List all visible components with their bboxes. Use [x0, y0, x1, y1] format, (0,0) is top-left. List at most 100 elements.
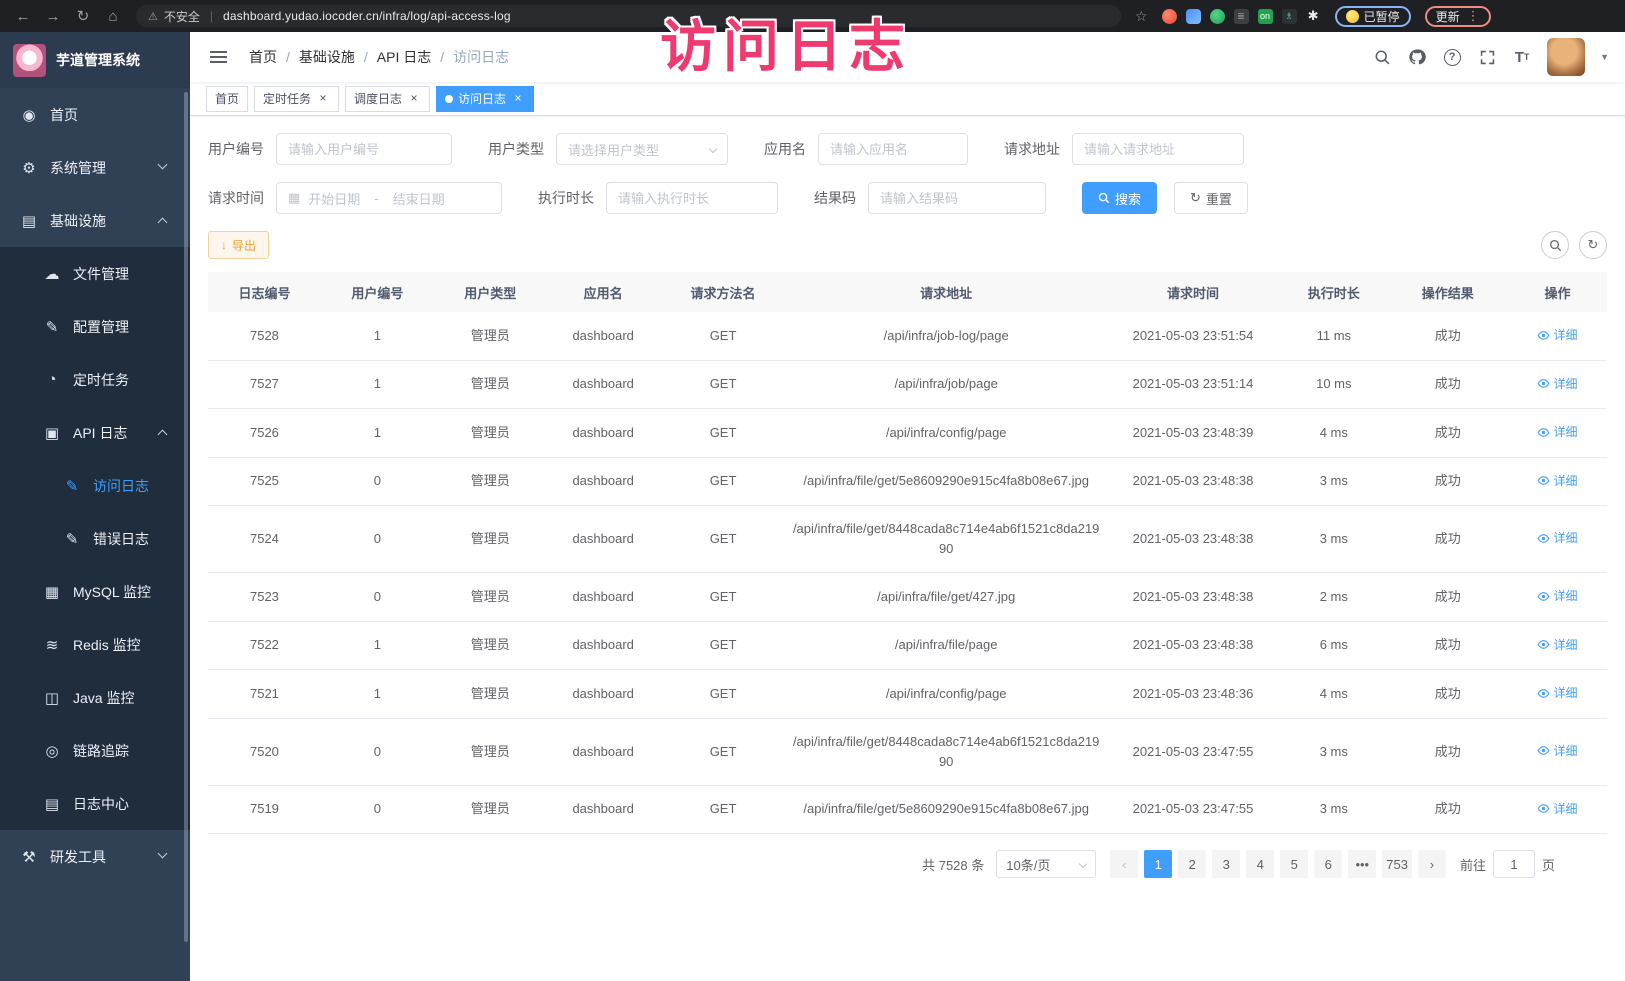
kebab-menu-icon[interactable]: ⋮ [1467, 8, 1480, 24]
sidebar-item-redis-monitor[interactable]: ≋Redis 监控 [0, 618, 190, 671]
caret-down-icon[interactable]: ▼ [1600, 52, 1609, 62]
back-icon[interactable]: ← [10, 8, 36, 25]
search-icon[interactable] [1372, 47, 1392, 67]
extension-icon[interactable] [1162, 9, 1177, 24]
detail-link[interactable]: 详细 [1537, 683, 1577, 703]
sidebar-item-config-manage[interactable]: ✎配置管理 [0, 300, 190, 353]
tab-item[interactable]: 首页 [206, 86, 248, 112]
page-number-button[interactable]: 4 [1246, 850, 1274, 878]
profile-paused-badge[interactable]: 已暂停 [1335, 6, 1411, 27]
export-button[interactable]: ↓ 导出 [208, 231, 269, 259]
sidebar-item-dev-tools[interactable]: ⚒ 研发工具 [0, 830, 190, 883]
close-icon[interactable]: × [407, 92, 421, 106]
prev-page-button[interactable]: ‹ [1110, 850, 1138, 878]
detail-link[interactable]: 详细 [1537, 741, 1577, 761]
sidebar-item-system-manage[interactable]: ⚙系统管理 [0, 141, 190, 194]
sidebar-item-infrastructure[interactable]: ▤基础设施 [0, 194, 190, 247]
page-number-button[interactable]: 2 [1178, 850, 1206, 878]
cell-result: 成功 [1388, 670, 1508, 719]
page-number-button[interactable]: 6 [1314, 850, 1342, 878]
bookmark-star-icon[interactable]: ☆ [1135, 8, 1148, 25]
reload-icon[interactable]: ↻ [70, 7, 96, 25]
detail-link[interactable]: 详细 [1537, 471, 1577, 491]
forward-icon[interactable]: → [40, 8, 66, 25]
pagination: 共 7528 条 10条/页 ‹123456•••753› 前往 页 [208, 850, 1607, 878]
sidebar-item-label: 研发工具 [50, 847, 106, 867]
extension-icon[interactable]: ✱ [1306, 9, 1321, 24]
detail-link[interactable]: 详细 [1537, 374, 1577, 394]
fullscreen-icon[interactable] [1477, 47, 1497, 67]
page-number-button[interactable]: 1 [1144, 850, 1172, 878]
cell-url: /api/infra/file/get/5e8609290e915c4fa8b0… [787, 457, 1106, 506]
sidebar-item-api-log[interactable]: ▣API 日志 [0, 406, 190, 459]
refresh-table-button[interactable]: ↻ [1579, 231, 1607, 259]
page-number-button[interactable]: 3 [1212, 850, 1240, 878]
toggle-search-button[interactable] [1541, 231, 1569, 259]
user-id-input[interactable] [276, 133, 452, 165]
column-header: 请求时间 [1106, 272, 1280, 312]
detail-link[interactable]: 详细 [1537, 635, 1577, 655]
help-icon[interactable]: ? [1442, 47, 1462, 67]
breadcrumb-item[interactable]: 首页 [249, 47, 277, 67]
extensions-cluster: ≣ on ♗ ✱ [1162, 9, 1321, 24]
sidebar-item-trace[interactable]: ◎链路追踪 [0, 724, 190, 777]
result-code-input[interactable] [868, 182, 1046, 214]
extension-icon[interactable] [1210, 9, 1225, 24]
detail-link[interactable]: 详细 [1537, 422, 1577, 442]
sidebar-item-home[interactable]: ◉首页 [0, 88, 190, 141]
eye-icon [1537, 745, 1550, 756]
sidebar-item-error-log[interactable]: ✎错误日志 [0, 512, 190, 565]
page-number-button[interactable]: 753 [1382, 850, 1412, 878]
close-icon[interactable]: × [511, 92, 525, 106]
app-name-input[interactable] [818, 133, 968, 165]
more-pages-button[interactable]: ••• [1348, 850, 1376, 878]
sidebar-scrollbar[interactable] [184, 92, 188, 942]
user-avatar[interactable] [1547, 38, 1585, 76]
detail-link[interactable]: 详细 [1537, 528, 1577, 548]
font-size-icon[interactable]: TT [1512, 47, 1532, 67]
detail-link[interactable]: 详细 [1537, 325, 1577, 345]
detail-link[interactable]: 详细 [1537, 586, 1577, 606]
page-number-button[interactable]: 5 [1280, 850, 1308, 878]
tab-item[interactable]: 调度日志× [345, 86, 430, 112]
sidebar-item-label: 基础设施 [50, 211, 106, 231]
search-button[interactable]: 搜索 [1082, 182, 1157, 214]
user-type-select[interactable]: 请选择用户类型 [556, 133, 728, 165]
breadcrumb-item[interactable]: 基础设施 [299, 47, 355, 67]
address-bar[interactable]: ⚠ 不安全 | dashboard.yudao.iocoder.cn/infra… [136, 5, 1121, 27]
request-time-range-picker[interactable]: ▦ 开始日期 - 结束日期 [276, 182, 502, 214]
tab-item[interactable]: 访问日志× [436, 86, 534, 112]
hamburger-icon[interactable] [206, 47, 231, 67]
reset-button[interactable]: ↻ 重置 [1174, 182, 1248, 214]
cell-user_id: 0 [321, 457, 434, 506]
github-icon[interactable] [1407, 47, 1427, 67]
sidebar-item-java-monitor[interactable]: ◫Java 监控 [0, 671, 190, 724]
next-page-button[interactable]: › [1418, 850, 1446, 878]
sidebar-item-file-manage[interactable]: ☁文件管理 [0, 247, 190, 300]
sidebar-item-log-center[interactable]: ▤日志中心 [0, 777, 190, 830]
home-icon[interactable]: ⌂ [100, 8, 126, 25]
detail-link[interactable]: 详细 [1537, 799, 1577, 819]
sidebar-item-label: Redis 监控 [73, 635, 141, 655]
breadcrumb-item[interactable]: API 日志 [377, 47, 431, 67]
chevron-down-icon [158, 160, 168, 170]
sidebar-item-access-log[interactable]: ✎访问日志 [0, 459, 190, 512]
dashboard-icon: ◉ [20, 106, 38, 124]
extension-icon[interactable]: ♗ [1282, 9, 1297, 24]
sidebar-item-scheduled-job[interactable]: ◔定时任务 [0, 353, 190, 406]
sidebar-item-mysql-monitor[interactable]: ▦MySQL 监控 [0, 565, 190, 618]
duration-input[interactable] [606, 182, 778, 214]
goto-page-input[interactable] [1493, 850, 1535, 878]
extension-icon[interactable]: on [1258, 9, 1273, 24]
close-icon[interactable]: × [316, 92, 330, 106]
chrome-update-button[interactable]: 更新 ⋮ [1425, 6, 1491, 27]
sidebar: 芋道管理系统 ◉首页⚙系统管理▤基础设施☁文件管理✎配置管理◔定时任务▣API … [0, 32, 190, 981]
tab-item[interactable]: 定时任务× [254, 86, 339, 112]
request-url-input[interactable] [1072, 133, 1244, 165]
cell-result: 成功 [1388, 718, 1508, 785]
extension-icon[interactable] [1186, 9, 1201, 24]
page-size-select[interactable]: 10条/页 [996, 850, 1096, 878]
dev-tools-icon: ⚒ [20, 848, 38, 866]
cell-duration: 6 ms [1280, 621, 1388, 670]
app-logo[interactable]: 芋道管理系统 [0, 32, 190, 88]
